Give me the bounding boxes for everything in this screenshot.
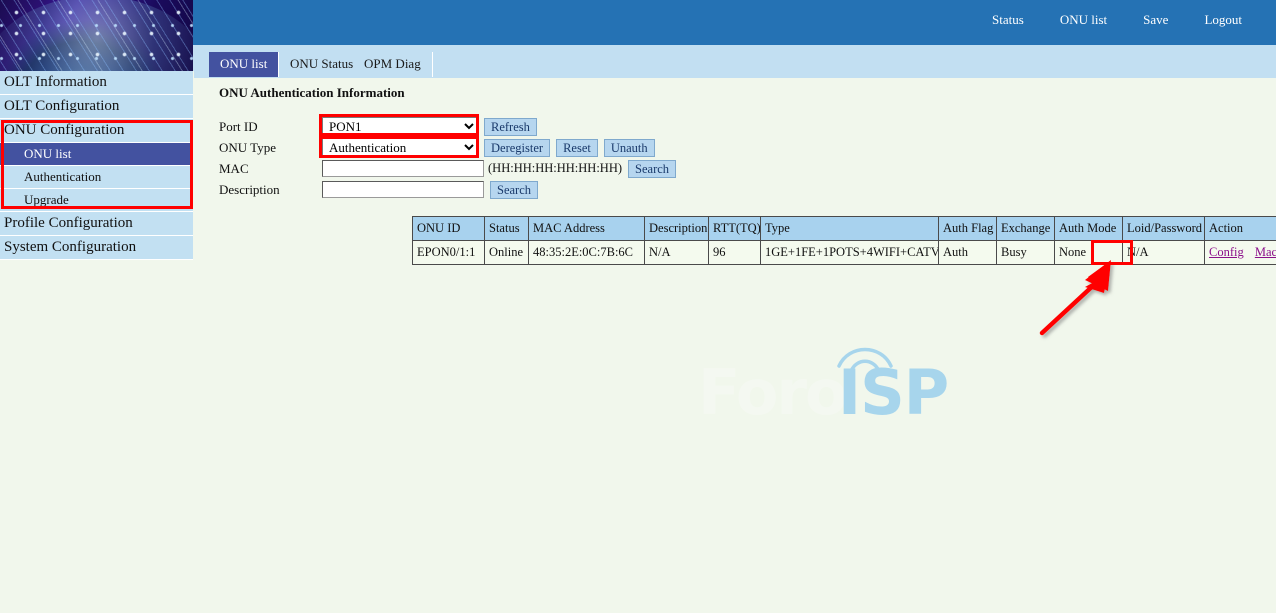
- header-link-onu-list[interactable]: ONU list: [1042, 12, 1125, 28]
- cell-onu-id: EPON0/1:1: [413, 241, 485, 265]
- form-row-description: Description Search: [219, 179, 676, 200]
- sidebar-item-onu-list[interactable]: ONU list: [0, 143, 193, 166]
- tab-opm-diag[interactable]: OPM Diag: [353, 52, 433, 77]
- cell-auth-flag: Auth: [939, 241, 997, 265]
- mac-search-button[interactable]: Search: [628, 160, 676, 178]
- onu-filter-form: Port ID PON1 Refresh ONU Type Authentica…: [219, 116, 676, 200]
- col-action: Action: [1205, 217, 1276, 241]
- form-row-port-id: Port ID PON1 Refresh: [219, 116, 676, 137]
- port-id-select[interactable]: PON1: [322, 117, 478, 136]
- form-row-onu-type: ONU Type Authentication Deregister Reset…: [219, 137, 676, 158]
- cell-actions: Config MacInfo Profile Deregister Reset …: [1205, 241, 1276, 265]
- label-port-id: Port ID: [219, 116, 322, 137]
- col-rtt: RTT(TQ): [709, 217, 761, 241]
- description-search-button[interactable]: Search: [490, 181, 538, 199]
- sidebar-item-system-configuration[interactable]: System Configuration: [0, 236, 193, 260]
- sidebar-item-onu-configuration[interactable]: ONU Configuration: [0, 119, 193, 143]
- page-root: OLT Information OLT Configuration ONU Co…: [0, 0, 1276, 613]
- fiber-globe-banner-image: [0, 0, 193, 71]
- cell-loid-password: N/A: [1123, 241, 1205, 265]
- cell-mac-address: 48:35:2E:0C:7B:6C: [529, 241, 645, 265]
- col-onu-id: ONU ID: [413, 217, 485, 241]
- tab-onu-list[interactable]: ONU list: [209, 52, 279, 77]
- cell-type: 1GE+1FE+1POTS+4WIFI+CATV: [761, 241, 939, 265]
- onu-type-select[interactable]: Authentication: [322, 138, 478, 157]
- col-exchange: Exchange: [997, 217, 1055, 241]
- left-column: OLT Information OLT Configuration ONU Co…: [0, 0, 193, 613]
- table-header-row: ONU ID Status MAC Address Description RT…: [413, 217, 1276, 241]
- sidebar-item-olt-information[interactable]: OLT Information: [0, 71, 193, 95]
- col-loid-password: Loid/Password: [1123, 217, 1205, 241]
- reset-button[interactable]: Reset: [556, 139, 598, 157]
- label-mac: MAC: [219, 158, 322, 179]
- description-input[interactable]: [322, 181, 484, 198]
- watermark-signal-waves-icon: [835, 340, 895, 374]
- col-auth-flag: Auth Flag: [939, 217, 997, 241]
- watermark-foro-text: Foro: [698, 362, 846, 424]
- col-status: Status: [485, 217, 529, 241]
- header-nav[interactable]: Status ONU list Save Logout: [974, 12, 1260, 28]
- header-link-save[interactable]: Save: [1125, 12, 1186, 28]
- label-onu-type: ONU Type: [219, 137, 322, 158]
- mac-input[interactable]: [322, 160, 484, 177]
- cell-rtt: 96: [709, 241, 761, 265]
- col-mac-address: MAC Address: [529, 217, 645, 241]
- cell-auth-mode: None: [1055, 241, 1123, 265]
- header-link-status[interactable]: Status: [974, 12, 1042, 28]
- section-title: ONU Authentication Information: [219, 85, 405, 101]
- top-header-bar: Status ONU list Save Logout: [193, 0, 1276, 45]
- sidebar-item-upgrade[interactable]: Upgrade: [0, 189, 193, 212]
- col-description: Description: [645, 217, 709, 241]
- foroisp-watermark: Foro ISP: [698, 340, 978, 435]
- form-row-mac: MAC (HH:HH:HH:HH:HH:HH) Search: [219, 158, 676, 179]
- header-link-logout[interactable]: Logout: [1186, 12, 1260, 28]
- main-content: ONU Authentication Information Port ID P…: [193, 78, 1276, 613]
- refresh-button[interactable]: Refresh: [484, 118, 537, 136]
- sidebar-item-authentication[interactable]: Authentication: [0, 166, 193, 189]
- action-link-macinfo[interactable]: MacInfo: [1255, 245, 1276, 259]
- unauth-button[interactable]: Unauth: [604, 139, 655, 157]
- sidebar-menu[interactable]: OLT Information OLT Configuration ONU Co…: [0, 71, 194, 260]
- deregister-button[interactable]: Deregister: [484, 139, 550, 157]
- mac-format-hint: (HH:HH:HH:HH:HH:HH): [488, 161, 622, 176]
- cell-description: N/A: [645, 241, 709, 265]
- table-row: EPON0/1:1 Online 48:35:2E:0C:7B:6C N/A 9…: [413, 241, 1276, 265]
- col-auth-mode: Auth Mode: [1055, 217, 1123, 241]
- col-type: Type: [761, 217, 939, 241]
- tab-strip: ONU list ONU Status OPM Diag: [193, 45, 1276, 78]
- sidebar-item-profile-configuration[interactable]: Profile Configuration: [0, 212, 193, 236]
- watermark-isp-text: ISP: [838, 362, 948, 424]
- cell-exchange: Busy: [997, 241, 1055, 265]
- banner-light-sparks: [0, 0, 193, 71]
- cell-status: Online: [485, 241, 529, 265]
- sidebar-item-olt-configuration[interactable]: OLT Configuration: [0, 95, 193, 119]
- action-link-config[interactable]: Config: [1209, 245, 1244, 259]
- label-description: Description: [219, 179, 322, 200]
- onu-list-table: ONU ID Status MAC Address Description RT…: [412, 216, 1276, 265]
